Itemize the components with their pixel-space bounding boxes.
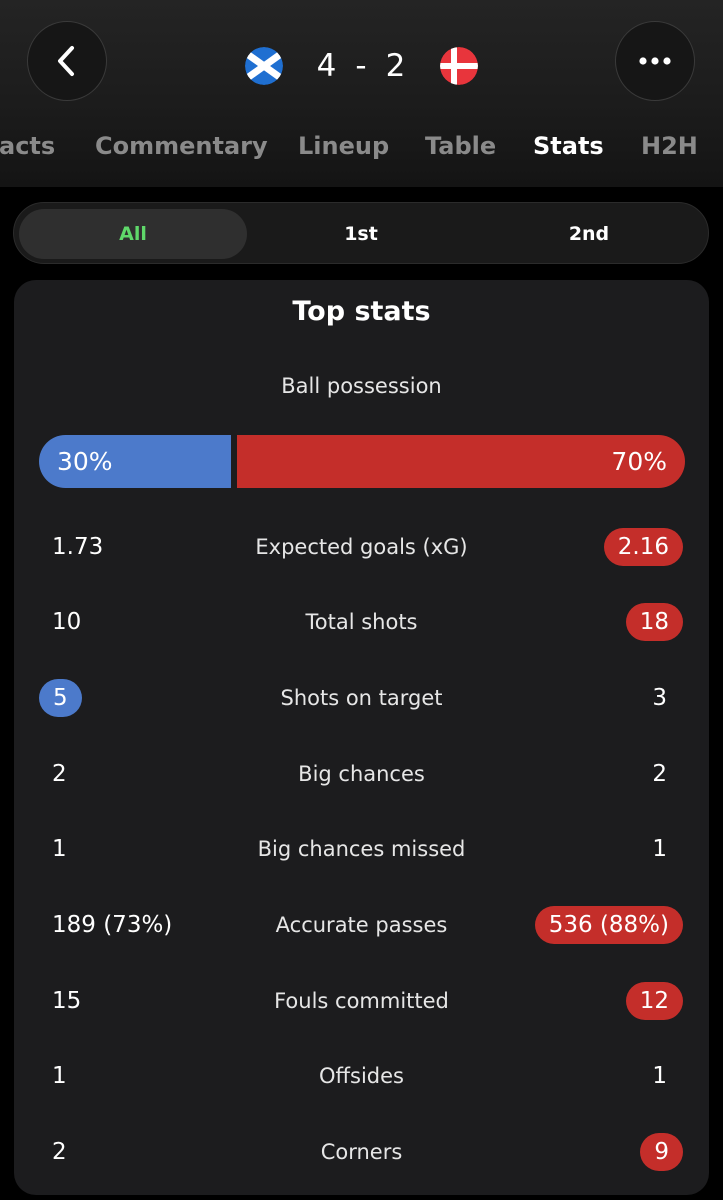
stat-row: 10 Total shots 18 bbox=[14, 597, 709, 647]
stat-home-value: 5 bbox=[39, 673, 82, 723]
stat-away-value: 12 bbox=[625, 976, 683, 1026]
match-tabs: acts Commentary Lineup Table Stats H2H bbox=[0, 124, 723, 168]
more-options-button[interactable] bbox=[615, 21, 695, 101]
stat-row: 189 (73%) Accurate passes 536 (88%) bbox=[14, 900, 709, 950]
stat-home-value: 1.73 bbox=[52, 534, 104, 560]
stat-label: Big chances bbox=[298, 762, 425, 786]
score-separator: - bbox=[355, 48, 368, 84]
stat-away-value: 1 bbox=[652, 1063, 667, 1089]
stat-away-value: 2 bbox=[652, 761, 667, 787]
match-header: 4 - 2 acts Commentary Lineup Table Stats… bbox=[0, 0, 723, 187]
stat-label: Expected goals (xG) bbox=[255, 535, 468, 559]
stat-home-value: 10 bbox=[52, 609, 82, 635]
stat-row: 2 Big chances 2 bbox=[14, 749, 709, 799]
home-score: 4 bbox=[316, 48, 338, 84]
denmark-flag-icon bbox=[440, 47, 479, 85]
stat-home-value: 1 bbox=[52, 836, 67, 862]
stat-away-value: 3 bbox=[652, 685, 667, 711]
tab-h2h[interactable]: H2H bbox=[641, 124, 698, 168]
stat-label: Accurate passes bbox=[275, 913, 448, 937]
stat-home-value: 2 bbox=[52, 761, 67, 787]
score: 4 - 2 bbox=[317, 48, 407, 84]
filter-all[interactable]: All bbox=[19, 209, 247, 259]
tab-stats[interactable]: Stats bbox=[533, 124, 604, 168]
possession-bar: 30% 70% bbox=[39, 435, 685, 488]
filter-1st-half[interactable]: 1st bbox=[247, 209, 475, 259]
stat-away-value: 18 bbox=[625, 597, 683, 647]
stat-label: Total shots bbox=[305, 610, 418, 634]
scotland-flag-icon bbox=[244, 47, 283, 85]
tab-lineup[interactable]: Lineup bbox=[298, 124, 389, 168]
possession-home-value: 30% bbox=[57, 447, 113, 476]
possession-label: Ball possession bbox=[281, 374, 442, 398]
stat-row: 2 Corners 9 bbox=[14, 1127, 709, 1177]
stat-away-value: 1 bbox=[652, 836, 667, 862]
stat-away-value: 2.16 bbox=[603, 522, 683, 572]
period-filter: All 1st 2nd bbox=[13, 202, 709, 264]
stat-label: Corners bbox=[320, 1140, 403, 1164]
card-title: Top stats bbox=[292, 296, 431, 327]
stat-row: 5 Shots on target 3 bbox=[14, 673, 709, 723]
more-horizontal-icon bbox=[639, 57, 671, 65]
tab-commentary[interactable]: Commentary bbox=[95, 124, 268, 168]
stat-home-value: 15 bbox=[52, 988, 82, 1014]
stat-row: 15 Fouls committed 12 bbox=[14, 976, 709, 1026]
stat-home-value: 1 bbox=[52, 1063, 67, 1089]
possession-away-value: 70% bbox=[611, 447, 667, 476]
tab-table[interactable]: Table bbox=[425, 124, 496, 168]
stat-row: 1.73 Expected goals (xG) 2.16 bbox=[14, 522, 709, 572]
stat-home-value: 189 (73%) bbox=[52, 912, 173, 938]
stat-label: Offsides bbox=[319, 1064, 404, 1088]
away-score: 2 bbox=[385, 48, 407, 84]
top-stats-card: Top stats Ball possession 30% 70% 1.73 E… bbox=[14, 280, 709, 1195]
stat-label: Big chances missed bbox=[257, 837, 466, 861]
filter-2nd-half[interactable]: 2nd bbox=[475, 209, 703, 259]
stat-home-value: 2 bbox=[52, 1139, 67, 1165]
stat-away-value: 536 (88%) bbox=[534, 900, 683, 950]
stat-away-value: 9 bbox=[640, 1127, 683, 1177]
tab-facts[interactable]: acts bbox=[0, 124, 55, 168]
stat-label: Fouls committed bbox=[274, 989, 449, 1013]
stat-label: Shots on target bbox=[280, 686, 443, 710]
stat-row: 1 Offsides 1 bbox=[14, 1051, 709, 1101]
stat-row: 1 Big chances missed 1 bbox=[14, 824, 709, 874]
